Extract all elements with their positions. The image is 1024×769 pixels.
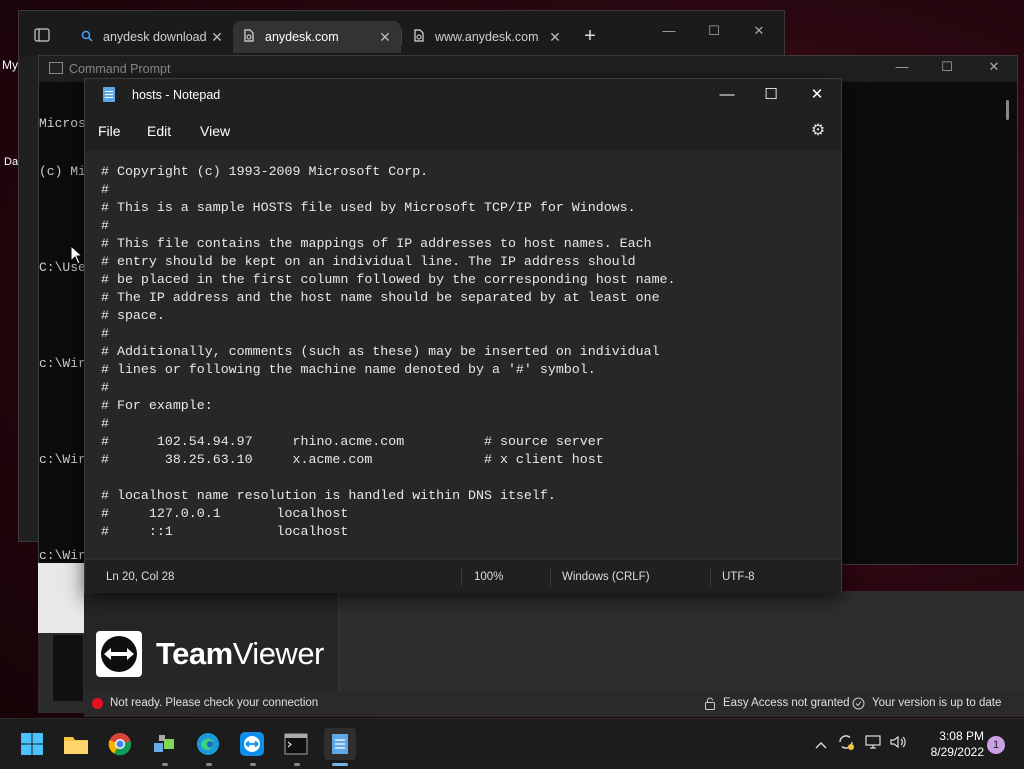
notepad-icon — [103, 87, 115, 102]
divider — [338, 591, 339, 691]
notepad-window: hosts - Notepad — ☐ ✕ File Edit View ⚙ #… — [84, 78, 842, 593]
scrollbar-thumb[interactable] — [1006, 100, 1009, 120]
volume-icon[interactable] — [889, 733, 907, 754]
cmd-line: (c) Mi — [39, 164, 86, 179]
search-icon — [79, 30, 95, 45]
connection-status: Not ready. Please check your connection — [110, 697, 319, 709]
cmd-line: ​ — [39, 212, 86, 228]
tab-title: www.anydesk.com — [435, 30, 539, 44]
tab-title: anydesk.com — [265, 30, 339, 44]
zoom-level: 100% — [474, 571, 504, 583]
maximize-button[interactable]: ☐ — [699, 23, 729, 43]
close-button[interactable]: ✕ — [797, 84, 837, 106]
text-editor[interactable]: # Copyright (c) 1993-2009 Microsoft Corp… — [85, 151, 841, 559]
active-indicator — [332, 763, 348, 766]
teamviewer-brand: TeamViewer — [156, 636, 324, 672]
thumbnail-image — [38, 563, 84, 633]
minimize-button[interactable]: — — [707, 84, 747, 106]
cmd-line: ​ — [39, 308, 86, 324]
tab-anydesk-download[interactable]: anydesk download ✕ — [71, 21, 233, 53]
menu-file[interactable]: File — [98, 123, 121, 139]
notification-badge[interactable]: 1 — [987, 736, 1005, 754]
tab-www-anydesk-com[interactable]: www.anydesk.com ✕ — [403, 21, 571, 53]
close-button[interactable]: ✕ — [979, 59, 1009, 79]
line-ending: Windows (CRLF) — [562, 571, 650, 583]
editor-content[interactable]: # Copyright (c) 1993-2009 Microsoft Corp… — [101, 163, 676, 541]
start-windows-icon[interactable] — [16, 728, 48, 760]
menu-view[interactable]: View — [200, 123, 230, 139]
check-circle-icon — [852, 697, 865, 713]
close-button[interactable]: ✕ — [744, 23, 774, 43]
cmd-line: c:\Wir — [39, 452, 86, 467]
window-title: hosts - Notepad — [132, 88, 221, 102]
close-icon[interactable]: ✕ — [209, 29, 225, 46]
notepad-taskbar-icon[interactable] — [324, 728, 356, 760]
thumbnail-card — [53, 635, 83, 701]
chevron-up-icon[interactable] — [815, 737, 827, 752]
easy-access-status[interactable]: Easy Access not granted — [723, 697, 850, 709]
cmd-title: Command Prompt — [69, 62, 171, 76]
clock-date: 8/29/2022 — [930, 745, 984, 759]
minimize-button[interactable]: — — [887, 59, 917, 79]
teamviewer-brand-panel: TeamViewer — [84, 591, 338, 691]
cursor-position: Ln 20, Col 28 — [106, 571, 175, 583]
brand-light: Viewer — [232, 636, 325, 671]
settings-gear-icon[interactable]: ⚙ — [809, 122, 827, 140]
status-divider — [710, 568, 711, 586]
clock-time: 3:08 PM — [939, 729, 984, 743]
version-status: Your version is up to date — [872, 697, 1002, 709]
menu-bar: File Edit View ⚙ — [85, 111, 841, 151]
teamviewer-icon[interactable] — [236, 728, 268, 760]
cmd-line: Micros — [39, 116, 86, 131]
teamviewer-logo-icon — [96, 631, 142, 677]
brand-bold: Team — [156, 636, 233, 671]
chrome-icon[interactable] — [104, 728, 136, 760]
cmd-line: c:\Wir — [39, 548, 86, 563]
running-indicator — [162, 763, 168, 766]
file-explorer-icon[interactable] — [60, 728, 92, 760]
minimize-button[interactable]: — — [654, 23, 684, 43]
sync-icon[interactable] — [837, 733, 855, 754]
status-dot-icon — [92, 698, 103, 709]
menu-edit[interactable]: Edit — [147, 123, 171, 139]
mouse-cursor-icon — [70, 245, 82, 265]
teamviewer-window: TeamViewer — [84, 591, 1024, 691]
status-divider — [550, 568, 551, 586]
edge-icon[interactable] — [192, 728, 224, 760]
status-divider — [461, 568, 462, 586]
tab-title: anydesk download — [103, 30, 207, 44]
teamviewer-status-bar: Not ready. Please check your connection … — [84, 691, 1024, 717]
cmd-line: c:\Wir — [39, 356, 86, 371]
taskbar: 3:08 PM 8/29/2022 — [0, 718, 1024, 769]
desktop-icon-label[interactable]: My — [2, 58, 18, 72]
terminal-icon — [49, 62, 63, 74]
running-indicator — [250, 763, 256, 766]
system-clock[interactable]: 3:08 PM 8/29/2022 — [912, 728, 984, 760]
tab-anydesk-com[interactable]: anydesk.com ✕ — [233, 21, 401, 53]
encoding: UTF-8 — [722, 571, 755, 583]
close-icon[interactable]: ✕ — [377, 29, 393, 46]
status-bar: Ln 20, Col 28 100% Windows (CRLF) UTF-8 — [85, 559, 841, 593]
tab-actions-icon[interactable] — [27, 23, 57, 47]
desktop-icon-label[interactable]: Da — [4, 156, 18, 168]
lock-icon — [704, 697, 716, 713]
teamviewer-side-strip — [38, 563, 84, 713]
notepad-title-bar[interactable]: hosts - Notepad — ☐ ✕ — [85, 79, 841, 111]
running-indicator — [294, 763, 300, 766]
cmd-line: ​ — [39, 500, 86, 516]
page-icon — [241, 29, 257, 45]
network-tool-icon[interactable] — [148, 728, 180, 760]
tab-strip: anydesk download ✕ anydesk.com ✕ www.any… — [19, 11, 784, 57]
cmd-line: ​ — [39, 404, 86, 420]
page-icon — [411, 29, 427, 45]
command-prompt-icon[interactable] — [280, 728, 312, 760]
maximize-button[interactable]: ☐ — [932, 59, 962, 79]
tab-divider — [401, 29, 402, 45]
cmd-output[interactable]: Micros (c) Mi ​ C:\Use ​ c:\Wir ​ c:\Wir… — [39, 84, 86, 596]
new-tab-button[interactable]: + — [579, 26, 601, 48]
running-indicator — [206, 763, 212, 766]
close-icon[interactable]: ✕ — [547, 29, 563, 46]
maximize-button[interactable]: ☐ — [751, 84, 791, 106]
network-icon[interactable] — [864, 733, 882, 754]
